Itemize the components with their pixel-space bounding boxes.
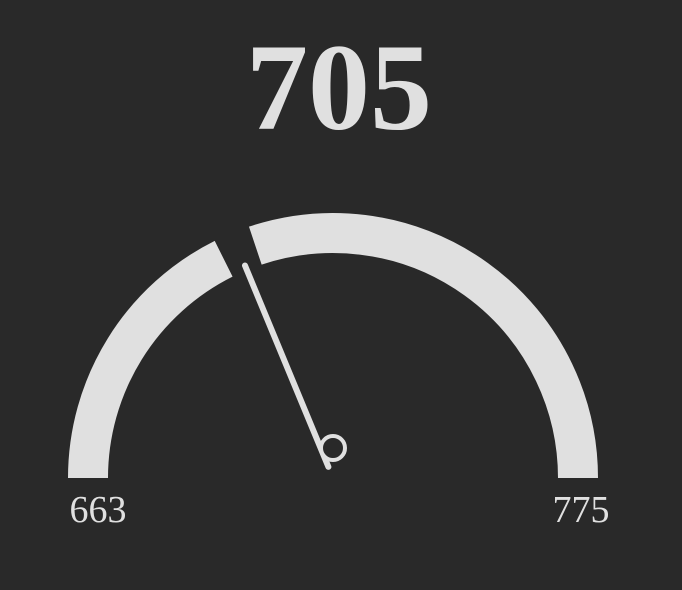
gauge-max-label: 775 <box>553 489 610 531</box>
gauge-value-label: 705 <box>246 19 432 156</box>
gauge-arc-segment-filled <box>68 240 233 479</box>
gauge-needle <box>241 262 332 470</box>
gauge-needle-hub <box>319 434 347 462</box>
gauge-min-label: 663 <box>70 489 127 531</box>
gauge-arc-segment-remaining <box>248 213 598 479</box>
gauge-chart: 705 663 775 <box>68 19 610 531</box>
